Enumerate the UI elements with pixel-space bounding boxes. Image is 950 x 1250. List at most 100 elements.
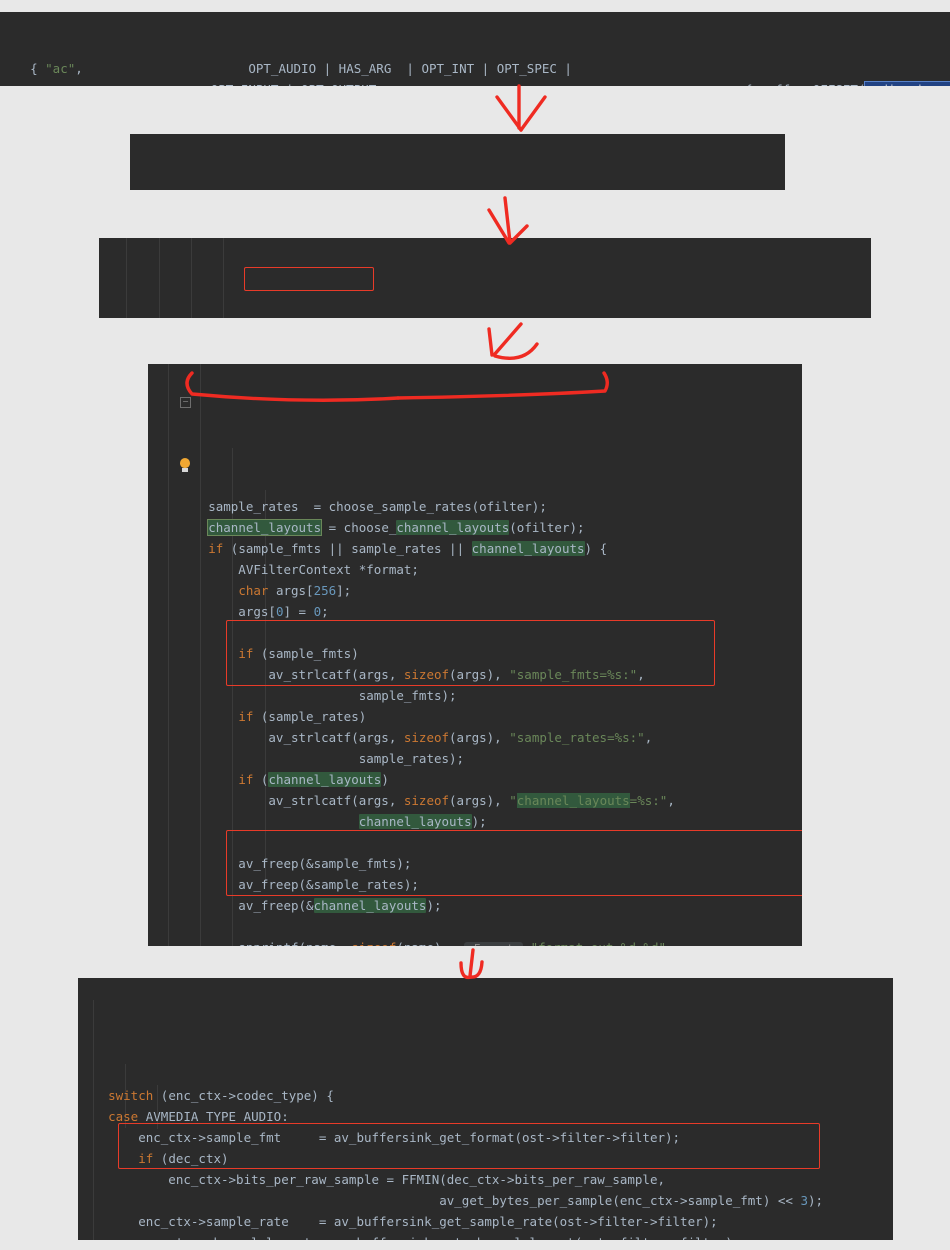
- code-line: if (channel_layouts): [148, 769, 802, 790]
- code-line: enc_ctx->bits_per_raw_sample = FFMIN(dec…: [78, 1169, 893, 1190]
- code-token: ": [509, 793, 517, 808]
- code-token: ,: [666, 940, 674, 946]
- indent-guide: [159, 238, 160, 318]
- code-token: if: [238, 646, 254, 661]
- code-line: [148, 916, 802, 937]
- code-token: (enc_ctx->codec_type) {: [153, 1088, 334, 1103]
- code-token: (dec_ctx): [153, 1151, 229, 1166]
- code-token: =%s:": [629, 793, 668, 808]
- code-token: (sample_fmts): [253, 646, 359, 661]
- code-token: "format_out_%d_%d": [531, 940, 666, 946]
- code-line: if (sample_fmts): [148, 643, 802, 664]
- code-line: args[0] = 0;: [148, 601, 802, 622]
- code-token: );: [471, 814, 487, 829]
- code-token: { .off = OFFSET(: [384, 82, 865, 86]
- highlight-token: channel_layouts: [313, 898, 427, 913]
- code-token: (args),: [449, 667, 510, 682]
- code-line: av_freep(&sample_rates);: [148, 874, 802, 895]
- code-token: "ac": [45, 61, 76, 76]
- code-token: ): [381, 772, 389, 787]
- code-token: enc_ctx->channel_layout = av_buffersink_…: [78, 1235, 740, 1240]
- arrow-down-2: [487, 196, 529, 245]
- code-token: snprintf(name,: [148, 940, 351, 946]
- code-line: [148, 622, 802, 643]
- code-token: (ofilter);: [509, 520, 585, 535]
- code-line: case AVMEDIA_TYPE_AUDIO:: [78, 1106, 893, 1127]
- code-token: 3: [800, 1193, 808, 1208]
- code-token: sample_rates);: [148, 751, 465, 766]
- code-token: case: [108, 1109, 139, 1124]
- code-token: sizeof: [403, 793, 450, 808]
- code-token: sizeof: [403, 730, 450, 745]
- code-block-enc-ctx-channels[interactable]: } if (ost->enc_ctx->channels) { f->chann…: [99, 238, 871, 318]
- code-token: ,: [637, 667, 645, 682]
- arrow-down-3: [487, 322, 539, 360]
- code-token: 256: [313, 583, 337, 598]
- code-token: );: [426, 898, 442, 913]
- highlight-token: channel_layouts: [516, 793, 630, 808]
- code-token: OPT_INPUT | OPT_OUTPUT,: [0, 82, 384, 86]
- code-block-configure-output-audio-filter[interactable]: sample_rates = choose_sample_rates(ofilt…: [148, 364, 802, 946]
- code-line: enc_ctx->sample_fmt = av_buffersink_get_…: [78, 1127, 893, 1148]
- code-lines: switch (enc_ctx->codec_type) { case AVME…: [78, 1085, 893, 1240]
- code-token: sizeof: [351, 940, 396, 946]
- code-token: (name),: [396, 940, 464, 946]
- code-token: if: [238, 772, 254, 787]
- code-lines: sample_rates = choose_sample_rates(ofilt…: [148, 496, 802, 946]
- code-token: char: [238, 583, 269, 598]
- code-token: 0: [313, 604, 322, 619]
- code-line: if (sample_rates): [148, 706, 802, 727]
- code-fold-marker[interactable]: −: [180, 397, 191, 408]
- code-token: enc_ctx->sample_rate = av_buffersink_get…: [78, 1214, 718, 1229]
- code-line: if (sample_fmts || sample_rates || chann…: [148, 538, 802, 559]
- code-token: ) {: [584, 541, 608, 556]
- code-line: av_strlcatf(args, sizeof(args), "sample_…: [148, 727, 802, 748]
- highlight-token: channel_layouts: [358, 814, 472, 829]
- highlight-token: channel_layouts: [268, 772, 382, 787]
- code-token: av_strlcatf(args,: [148, 730, 404, 745]
- code-token: );: [808, 1193, 824, 1208]
- code-line: OPT_INPUT | OPT_OUTPUT, { .off = OFFSET(…: [0, 79, 950, 86]
- code-lines: { "ac", OPT_AUDIO | HAS_ARG | OPT_INT | …: [0, 58, 950, 86]
- indent-guide: [126, 238, 127, 318]
- code-line: AVFilterContext *format;: [148, 559, 802, 580]
- code-token: AVMEDIA_TYPE_AUDIO:: [138, 1109, 289, 1124]
- code-token: av_get_bytes_per_sample(enc_ctx->sample_…: [78, 1193, 801, 1208]
- code-token: av_strlcatf(args,: [148, 667, 404, 682]
- code-block-match-per-stream-opt[interactable]: MATCH_PER_STREAM_OPT(audio_channels, i, …: [130, 134, 785, 190]
- code-token: = choose_: [321, 520, 397, 535]
- code-token: ];: [336, 583, 352, 598]
- code-token: (args),: [449, 793, 510, 808]
- code-token: if: [238, 709, 254, 724]
- code-token: ,: [667, 793, 675, 808]
- code-line: av_strlcatf(args, sizeof(args), "sample_…: [148, 664, 802, 685]
- highlight-token: audio_channels: [864, 81, 950, 86]
- screenshot-stage: { "ac", OPT_AUDIO | HAS_ARG | OPT_INT | …: [0, 0, 950, 1250]
- highlight-token: channel_layouts: [207, 519, 323, 536]
- code-line: channel_layouts = choose_channel_layouts…: [148, 517, 802, 538]
- code-token: av_freep(&: [148, 898, 314, 913]
- code-line: { "ac", OPT_AUDIO | HAS_ARG | OPT_INT | …: [0, 58, 950, 79]
- code-line: snprintf(name, sizeof(name), _Format: "f…: [148, 937, 802, 946]
- lightbulb-icon[interactable]: [179, 458, 191, 472]
- indent-guide: [223, 238, 224, 318]
- code-token: (sample_fmts || sample_rates ||: [223, 541, 472, 556]
- code-block-options-table[interactable]: { "ac", OPT_AUDIO | HAS_ARG | OPT_INT | …: [0, 12, 950, 86]
- arrow-down-4: [459, 948, 484, 980]
- code-token: {: [0, 61, 46, 76]
- code-block-init-output-stream-encode[interactable]: switch (enc_ctx->codec_type) { case AVME…: [78, 978, 893, 1240]
- code-token: enc_ctx->sample_fmt = av_buffersink_get_…: [78, 1130, 681, 1145]
- code-token: switch: [108, 1088, 154, 1103]
- code-token: OPT_AUDIO | HAS_ARG | OPT_INT | OPT_SPEC…: [248, 61, 572, 76]
- indent-guide: [191, 238, 192, 318]
